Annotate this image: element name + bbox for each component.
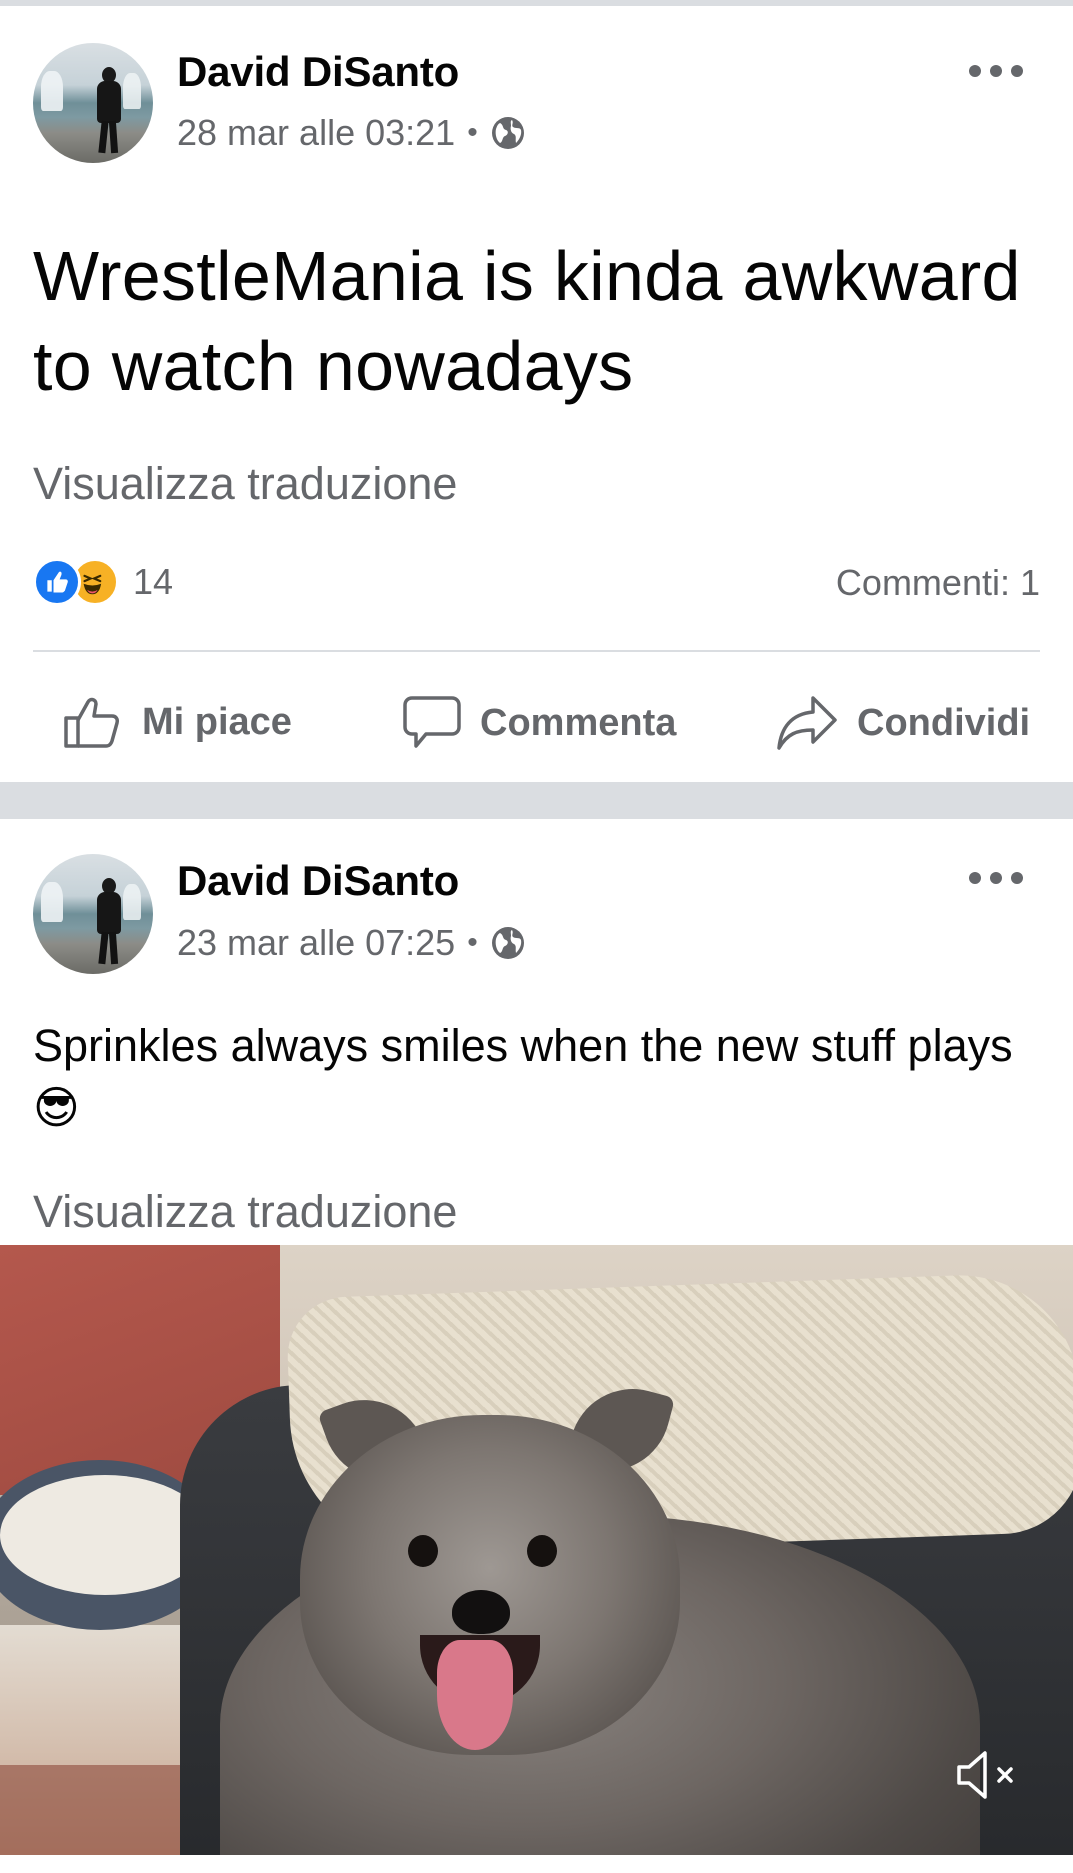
reaction-count: 14 xyxy=(133,561,174,602)
share-button[interactable]: Condividi xyxy=(775,694,1030,752)
like-label: Mi piace xyxy=(142,700,292,743)
more-dot xyxy=(990,65,1002,77)
speaker-muted-icon[interactable] xyxy=(953,1745,1023,1805)
author-name[interactable]: David DiSanto xyxy=(177,857,459,905)
reactions-summary[interactable]: 14 xyxy=(33,558,173,606)
share-icon xyxy=(777,696,837,750)
post-text: WrestleMania is kinda awkward to watch n… xyxy=(33,237,1021,405)
video-player[interactable] xyxy=(0,1245,1073,1855)
more-dot xyxy=(969,65,981,77)
share-label: Condividi xyxy=(857,701,1031,744)
author-avatar[interactable] xyxy=(33,43,153,163)
comments-count[interactable]: Commenti: 1 xyxy=(836,562,1040,604)
comment-button[interactable]: Commenta xyxy=(402,694,676,752)
see-translation-link[interactable]: Visualizza traduzione xyxy=(33,458,457,510)
dog-nose xyxy=(452,1590,510,1634)
author-name[interactable]: David DiSanto xyxy=(177,48,459,96)
like-icon xyxy=(33,558,81,606)
dog-eye xyxy=(527,1535,557,1567)
dog-eye xyxy=(408,1535,438,1567)
comment-label: Commenta xyxy=(480,701,677,744)
globe-icon xyxy=(491,117,524,149)
actions-divider xyxy=(33,650,1040,652)
dog-tongue xyxy=(437,1640,513,1750)
post-1: David DiSanto 28 mar alle 03:21 • Wrestl… xyxy=(0,6,1073,782)
like-button[interactable]: Mi piace xyxy=(62,694,292,750)
post-2: David DiSanto 23 mar alle 07:25 • Sprink… xyxy=(0,819,1073,1873)
meta-separator: • xyxy=(467,116,478,149)
post-meta: 28 mar alle 03:21 • xyxy=(177,112,526,154)
post-separator xyxy=(0,782,1073,819)
more-dot xyxy=(969,872,981,884)
more-dot xyxy=(1011,65,1023,77)
post-options-button[interactable] xyxy=(969,56,1023,86)
more-dot xyxy=(990,872,1002,884)
post-meta: 23 mar alle 07:25 • xyxy=(177,922,526,964)
meta-separator: • xyxy=(467,926,478,959)
see-translation-link[interactable]: Visualizza traduzione xyxy=(33,1186,457,1238)
post-timestamp[interactable]: 28 mar alle 03:21 xyxy=(177,112,455,154)
comment-icon xyxy=(403,696,461,748)
post-timestamp[interactable]: 23 mar alle 07:25 xyxy=(177,922,455,964)
post-text: Sprinkles always smiles when the new stu… xyxy=(33,1020,1013,1133)
author-avatar[interactable] xyxy=(33,854,153,974)
globe-icon xyxy=(491,927,524,959)
post-options-button[interactable] xyxy=(969,863,1023,893)
more-dot xyxy=(1011,872,1023,884)
thumbs-up-icon xyxy=(64,697,119,748)
video-frame-dog-bed xyxy=(0,1475,210,1595)
